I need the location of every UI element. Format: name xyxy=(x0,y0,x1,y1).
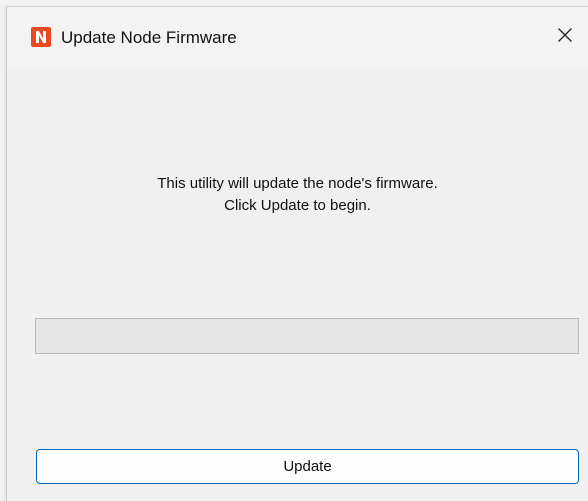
instruction-message: This utility will update the node's firm… xyxy=(7,173,588,217)
firmware-progress-bar xyxy=(35,318,579,354)
window-title: Update Node Firmware xyxy=(61,28,237,47)
close-icon xyxy=(558,28,572,42)
close-button[interactable] xyxy=(542,13,588,57)
message-line-1: This utility will update the node's firm… xyxy=(157,175,438,192)
app-logo-letter xyxy=(36,31,46,43)
message-line-2: Click Update to begin. xyxy=(224,197,371,214)
node-app-icon xyxy=(31,27,51,47)
title-bar[interactable]: Update Node Firmware xyxy=(7,7,588,67)
update-button[interactable]: Update xyxy=(36,449,579,484)
update-firmware-dialog: Update Node Firmware This utility will u… xyxy=(6,6,588,501)
